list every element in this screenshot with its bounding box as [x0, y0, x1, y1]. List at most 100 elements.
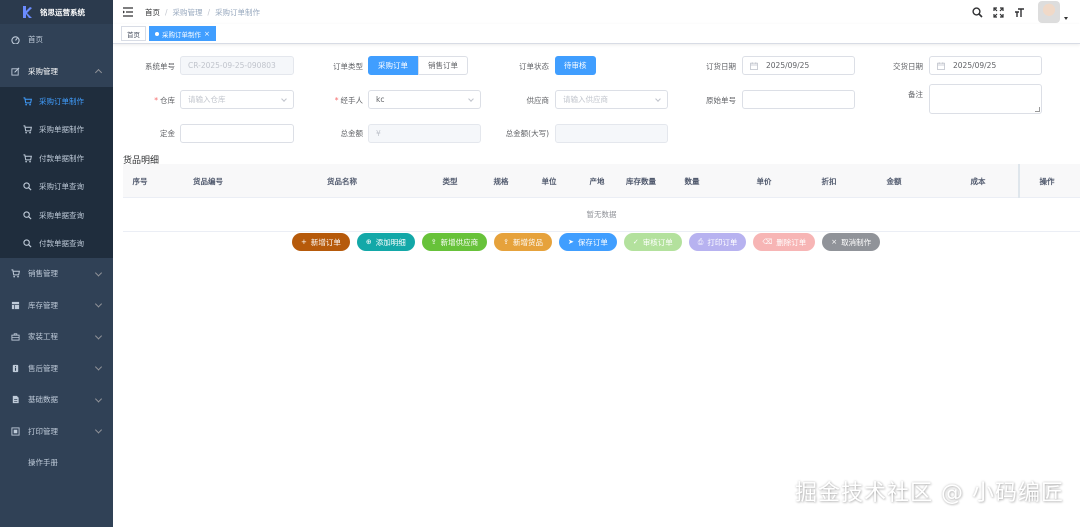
sidebar-item-label: 打印管理 [28, 426, 58, 436]
sidebar-item-purchase-doc-query[interactable]: 采购单据查询 [0, 201, 113, 230]
navbar: 首页 / 采购管理 / 采购订单制作 [113, 0, 1080, 24]
sidebar-item-print[interactable]: 打印管理 [0, 416, 113, 448]
fullscreen-icon[interactable] [993, 6, 1004, 18]
button-label: 新增供应商 [440, 237, 479, 247]
print-order-button[interactable]: ⎙ 打印订单 [688, 233, 747, 251]
sidebar-item-label: 操作手册 [28, 458, 58, 468]
handler-label: * 经手人 [293, 95, 363, 106]
deposit-label: 定金 [160, 129, 175, 138]
button-label: 取消制作 [841, 237, 872, 247]
order-type-sales-option[interactable]: 销售订单 [418, 56, 468, 75]
original-no-input[interactable] [742, 90, 855, 109]
delete-order-button[interactable]: ⌫ 删除订单 [753, 233, 816, 251]
sidebar-item-purchase-order-create[interactable]: 采购订单制作 [0, 87, 113, 116]
sidebar-item-label: 销售管理 [28, 269, 58, 279]
delivery-date-value: 2025/09/25 [953, 61, 997, 70]
table-header: 序号 货品编号 货品名称 类型 规格 单位 产地 库存数量 数量 单价 折扣 金… [123, 164, 1080, 198]
chevron-down-icon [468, 96, 474, 102]
sidebar-item-purchase[interactable]: 采购管理 [0, 56, 113, 88]
avatar[interactable] [1038, 1, 1060, 23]
col-cost: 成本 [970, 176, 986, 186]
sys-no-label: 系统单号 [145, 62, 175, 71]
order-date-picker[interactable]: 2025/09/25 [742, 56, 855, 75]
new-supplier-button[interactable]: ⇪ 新增供应商 [421, 233, 488, 251]
tags-view: 首页 采购订单制作 × [113, 24, 1080, 44]
save-order-button[interactable]: ➤ 保存订单 [559, 233, 617, 251]
button-label: 新增货品 [513, 237, 543, 247]
sidebar-item-home[interactable]: 首页 [0, 24, 113, 56]
col-index: 序号 [132, 176, 148, 186]
order-status-badge[interactable]: 待审核 [555, 56, 596, 75]
sidebar-item-home-decoration[interactable]: 家装工程 [0, 321, 113, 353]
order-date-label: 订货日期 [706, 62, 736, 71]
sidebar-item-manual[interactable]: 操作手册 [0, 447, 113, 479]
sidebar-item-label: 基础数据 [28, 395, 58, 405]
col-unit-price: 单价 [756, 176, 772, 186]
monitor-icon [10, 426, 20, 436]
upload-icon: ⇪ [430, 237, 437, 246]
order-type-label: 订单类型 [333, 62, 363, 71]
order-date-value: 2025/09/25 [766, 61, 810, 70]
table-empty-text: 暂无数据 [123, 198, 1080, 232]
sidebar-item-purchase-order-query[interactable]: 采购订单查询 [0, 173, 113, 202]
sidebar-item-sales[interactable]: 销售管理 [0, 258, 113, 290]
caret-down-icon[interactable] [1064, 16, 1068, 20]
sidebar: 铭思运营系统 首页 采购管理 采购订单制作 采购单据制作 付款单据制作 采购订单… [0, 0, 113, 527]
sidebar-item-label: 采购订单制作 [39, 96, 84, 106]
required-mark: * [154, 96, 158, 105]
chevron-down-icon [655, 96, 661, 102]
sidebar-item-label: 售后管理 [28, 363, 58, 373]
order-status-label: 订单状态 [519, 62, 549, 71]
font-size-icon[interactable] [1014, 7, 1025, 18]
breadcrumb-home[interactable]: 首页 [145, 7, 160, 18]
hamburger-icon[interactable] [122, 6, 134, 18]
resize-grip-icon[interactable] [1035, 107, 1040, 112]
info-icon [10, 363, 20, 373]
remark-textarea[interactable] [929, 84, 1042, 114]
total-label: 总金额 [340, 129, 364, 138]
supplier-select[interactable]: 请输入供应商 [555, 90, 668, 109]
tag-purchase-order-create[interactable]: 采购订单制作 × [149, 26, 216, 41]
sidebar-item-payment-doc-query[interactable]: 付款单据查询 [0, 230, 113, 259]
plus-icon: + [301, 237, 307, 246]
sidebar-item-after-sales[interactable]: 售后管理 [0, 353, 113, 385]
col-stock-qty: 库存数量 [626, 176, 656, 186]
delivery-date-picker[interactable]: 2025/09/25 [929, 56, 1042, 75]
chevron-down-icon [94, 332, 103, 340]
close-icon[interactable]: × [204, 30, 210, 38]
action-bar: + 新增订单 ⊕ 添加明细 ⇪ 新增供应商 ⇪ 新增货品 ➤ 保存订单 ✓ 审核订单 ⎙ 打印… [292, 233, 881, 251]
col-spec: 规格 [493, 176, 509, 186]
cart-icon [10, 269, 20, 279]
sidebar-item-label: 采购管理 [28, 66, 58, 76]
deposit-input[interactable] [180, 124, 294, 143]
edit-icon [10, 66, 20, 76]
sidebar-item-label: 付款单据查询 [39, 239, 84, 249]
sidebar-item-inventory[interactable]: 库存管理 [0, 290, 113, 322]
add-detail-button[interactable]: ⊕ 添加明细 [356, 233, 415, 251]
search-icon [22, 210, 32, 220]
app-logo[interactable]: 铭思运营系统 [0, 0, 113, 24]
table-icon [10, 300, 20, 310]
button-label: 保存订单 [577, 237, 608, 247]
col-operation: 操作 [1039, 176, 1055, 186]
cancel-create-button[interactable]: × 取消制作 [822, 233, 881, 251]
sidebar-item-base-data[interactable]: 基础数据 [0, 384, 113, 416]
search-icon[interactable] [972, 6, 983, 18]
button-label: 审核订单 [642, 237, 673, 247]
search-icon [22, 182, 32, 192]
handler-select[interactable]: kc [368, 90, 481, 109]
new-goods-button[interactable]: ⇪ 新增货品 [494, 233, 552, 251]
warehouse-select[interactable]: 请输入仓库 [180, 90, 294, 109]
new-order-button[interactable]: + 新增订单 [292, 233, 350, 251]
sidebar-item-purchase-doc-create[interactable]: 采购单据制作 [0, 116, 113, 145]
handler-value: kc [376, 95, 385, 104]
breadcrumb: 首页 / 采购管理 / 采购订单制作 [145, 7, 260, 18]
dashboard-icon [10, 35, 20, 45]
tag-home[interactable]: 首页 [121, 26, 146, 41]
total-upper-label: 总金额(大写) [505, 129, 549, 138]
sidebar-item-payment-doc-create[interactable]: 付款单据制作 [0, 144, 113, 173]
order-type-purchase-option[interactable]: 采购订单 [368, 56, 418, 75]
details-table: 序号 货品编号 货品名称 类型 规格 单位 产地 库存数量 数量 单价 折扣 金… [123, 164, 1080, 232]
audit-order-button[interactable]: ✓ 审核订单 [623, 233, 682, 251]
breadcrumb-separator: / [207, 7, 211, 17]
